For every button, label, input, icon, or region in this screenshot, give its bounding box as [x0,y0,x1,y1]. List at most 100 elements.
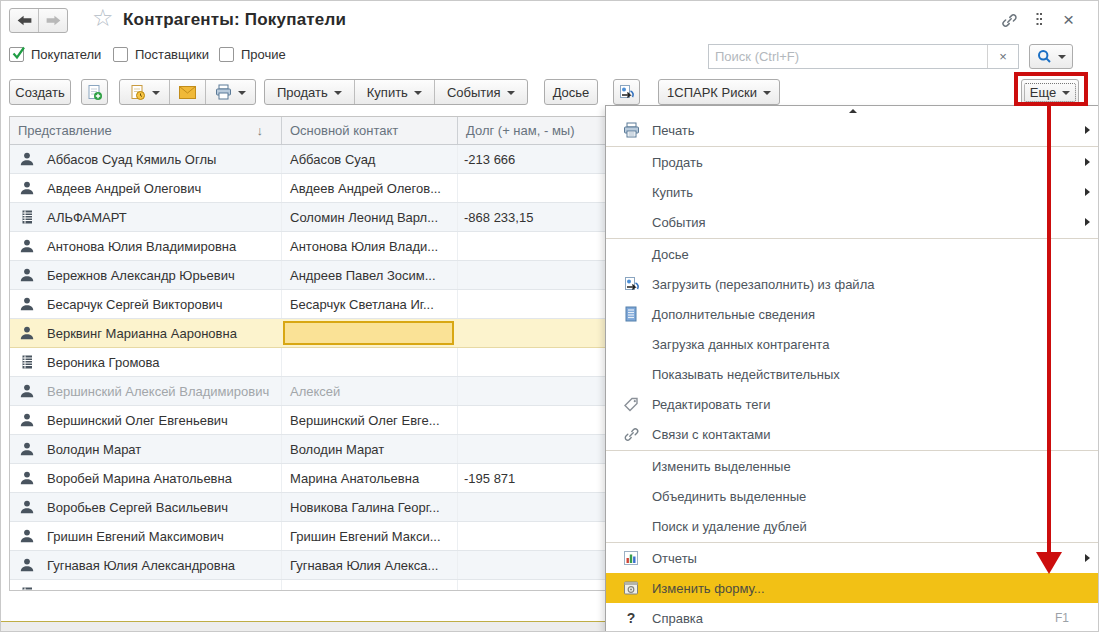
sell-button[interactable]: Продать [265,80,355,104]
cell-presentation[interactable]: Гришин Евгений Максимович [10,522,282,550]
forward-button[interactable] [39,9,67,32]
load-from-file-button[interactable] [613,79,640,105]
cell-presentation[interactable]: Бережнов Александр Юрьевич [10,261,282,289]
favorite-star-icon[interactable]: ☆ [92,4,114,32]
cell-presentation[interactable]: Вершинский Олег Евгеньевич [10,406,282,434]
filter-label: Покупатели [31,47,101,62]
events-button[interactable]: События [435,80,527,104]
cell-contact[interactable] [282,348,458,376]
menu-item-label: Загрузить (перезаполнить) из файла [652,277,874,292]
search-clear-button[interactable]: × [987,45,1018,68]
filter-checkbox-2[interactable]: Поставщики [113,47,209,62]
row-name: Воробьев Сергей Васильевич [47,500,228,515]
menu-item[interactable]: Досье [606,239,1099,269]
create-group-button[interactable] [81,79,108,105]
menu-item-label: Досье [652,247,689,262]
menu-item[interactable]: Изменить выделенные [606,451,1099,481]
cell-presentation[interactable]: Авдеев Андрей Олегович [10,174,282,202]
menu-item[interactable]: Купить [606,177,1099,207]
cell-contact[interactable] [282,319,458,347]
cell-contact[interactable]: Авдеев Андрей Олегов... [282,174,458,202]
cell-contact[interactable]: Володин Марат [282,435,458,463]
menu-scroll-up[interactable] [606,106,1099,115]
cell-presentation[interactable]: Воробей Марина Анатольевна [10,464,282,492]
menu-item[interactable]: Объединить выделенные [606,481,1099,511]
cell-contact[interactable]: Аббасов Суад [282,145,458,173]
cell-contact[interactable]: Новикова Галина Георг... [282,493,458,521]
cell-presentation[interactable]: АЛЬФАМАРТ [10,203,282,231]
back-button[interactable] [10,9,39,32]
search-button[interactable] [1029,44,1073,69]
menu-item[interactable]: Дополнительные сведения [606,299,1099,329]
cell-contact[interactable]: Алексей [282,377,458,405]
cell-contact[interactable]: Антонова Юлия Влади... [282,232,458,260]
cell-contact[interactable] [282,580,458,591]
focused-cell[interactable] [283,321,454,345]
search-input[interactable] [709,45,987,68]
cell-presentation[interactable]: Вершинский Алексей Владимирович [10,377,282,405]
row-contact: Авдеев Андрей Олегов... [290,181,441,196]
print-button[interactable] [206,80,255,104]
dossier-button[interactable]: Досье [544,79,598,105]
cell-presentation[interactable]: Бесарчук Сергей Викторович [10,290,282,318]
menu-item[interactable]: Загрузить (перезаполнить) из файла [606,269,1099,299]
menu-item[interactable]: ?СправкаF1 [606,603,1099,632]
menu-item[interactable]: Поиск и удаление дублей [606,511,1099,541]
filter-checkbox-3[interactable]: Прочие [219,47,286,62]
menu-item[interactable]: События [606,207,1099,237]
menu-item[interactable]: Отчеты [606,543,1099,573]
menu-item[interactable]: Продать [606,147,1099,177]
close-icon[interactable]: × [1063,9,1074,31]
menu-item-label: Поиск и удаление дублей [652,519,807,534]
menu-item[interactable]: Связи с контактами [606,419,1099,449]
row-contact: Вершинский Олег Евге... [290,413,440,428]
spark-risks-button[interactable]: 1СПАРК Риски [658,79,780,105]
checkbox-unchecked-icon[interactable] [219,47,234,62]
menu-item-icon-placeholder [622,153,640,171]
cell-presentation[interactable]: Вероника Громова [10,348,282,376]
menu-item[interactable]: Загрузка данных контрагента [606,329,1099,359]
checkbox-checked-icon[interactable] [9,47,24,62]
filter-checkbox-1[interactable]: Покупатели [9,47,101,62]
menu-item[interactable]: Редактировать теги [606,389,1099,419]
send-email-button[interactable] [170,80,206,104]
column-header-contact[interactable]: Основной контакт [282,117,458,144]
buy-button[interactable]: Купить [355,80,435,104]
menu-item[interactable]: Печать [606,115,1099,145]
menu-item-icon-placeholder [622,517,640,535]
link-icon[interactable] [1001,12,1018,32]
checkbox-unchecked-icon[interactable] [113,47,128,62]
cell-contact[interactable]: Вершинский Олег Евге... [282,406,458,434]
cell-contact[interactable]: Бесарчук Светлана Иг... [282,290,458,318]
menu-item-icon-placeholder [622,457,640,475]
menu-item-label: Редактировать теги [652,397,770,412]
menu-item[interactable]: Показывать недействительных [606,359,1099,389]
menu-item-label: Изменить форму... [652,581,765,596]
row-contact: Андреев Павел Зосим... [290,268,436,283]
cell-presentation[interactable]: Верквинг Марианна Аароновна [10,319,282,347]
cell-contact[interactable]: Гришин Евгений Макси... [282,522,458,550]
row-name: Володин Марат [47,442,141,457]
cell-presentation[interactable]: Аббасов Суад Кямиль Оглы [10,145,282,173]
more-menu-dots-icon[interactable] [1036,13,1043,30]
cell-contact[interactable]: Гугнавая Юлия Алекса... [282,551,458,579]
row-name: Аббасов Суад Кямиль Оглы [47,152,216,167]
menu-item-label: Справка [652,611,703,626]
cell-presentation[interactable]: Володин Марат [10,435,282,463]
sort-descending-icon: ↓ [257,123,264,138]
cell-presentation[interactable]: Воробьев Сергей Васильевич [10,493,282,521]
cell-contact[interactable]: Марина Анатольевна [282,464,458,492]
cell-contact[interactable]: Андреев Павел Зосим... [282,261,458,289]
cell-contact[interactable]: Соломин Леонид Варл... [282,203,458,231]
cell-presentation[interactable]: Антонова Юлия Владимировна [10,232,282,260]
cell-presentation[interactable] [10,580,282,591]
column-header-presentation[interactable]: Представление↓ [10,117,282,144]
row-contact: Володин Марат [290,442,384,457]
menu-item[interactable]: Изменить форму... [606,573,1099,603]
create-based-on-button[interactable] [120,80,170,104]
row-debt: -213 666 [464,152,515,167]
create-button[interactable]: Создать [9,79,71,105]
cell-presentation[interactable]: Гугнавая Юлия Александровна [10,551,282,579]
person-icon [19,151,35,167]
search-box: × [708,44,1019,69]
